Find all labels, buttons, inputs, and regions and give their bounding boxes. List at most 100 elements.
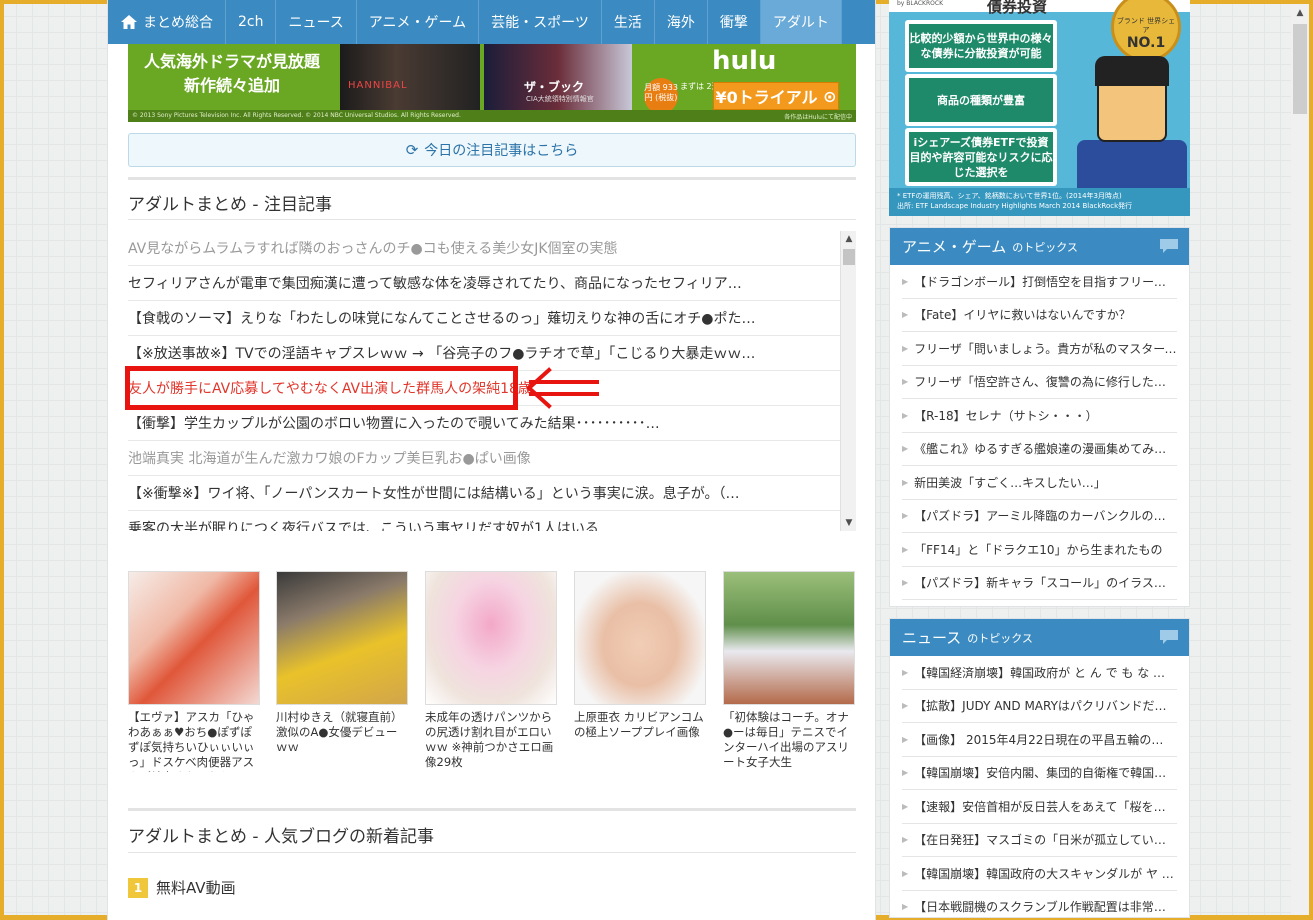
topic-text[interactable]: 【日本戦闘機のスクランブル作戦配置は非常に… bbox=[914, 898, 1177, 915]
section-divider bbox=[128, 177, 856, 180]
topic-text[interactable]: 【在日発狂】マスゴミの「日米が孤立している」とい… bbox=[914, 831, 1177, 848]
topic-text[interactable]: 【Fate】イリヤに救いはないんですか？ bbox=[914, 306, 1131, 323]
banner-headline-line2: 新作続々追加 bbox=[183, 76, 280, 95]
topic-link[interactable]: ▶ フリーザ「悟空許さん、復讐の為に修行したぞ！」… bbox=[902, 366, 1177, 399]
topic-link[interactable]: ▶ 新田美波「すごく…キスしたい…」 bbox=[902, 466, 1177, 500]
todays-featured-button[interactable]: ⟳ 今日の注目記事はこちら bbox=[128, 133, 856, 167]
topic-text[interactable]: 【韓国崩壊】韓国政府の大スキャンダルが ヤ バ … bbox=[914, 865, 1177, 882]
red-highlight-annotation bbox=[125, 366, 518, 410]
nav-item-home[interactable]: まとめ総合 bbox=[108, 0, 226, 44]
anime-game-topics-header[interactable]: アニメ・ゲーム のトピックス bbox=[890, 228, 1189, 265]
article-link[interactable]: AV見ながらムラムラすれば隣のおっさんのチ●コも使える美少女JK個室の実態 bbox=[128, 231, 840, 266]
thumb-image[interactable] bbox=[425, 571, 557, 705]
topic-link[interactable]: ▶ 【韓国崩壊】韓国政府の大スキャンダルが ヤ バ … bbox=[902, 857, 1177, 891]
scroll-up-arrow-icon[interactable]: ▲ bbox=[841, 231, 856, 247]
nav-item-adult[interactable]: アダルト bbox=[760, 0, 842, 44]
topic-text[interactable]: 【拡散】JUDY AND MARYはパクリバンドだった… bbox=[914, 697, 1177, 714]
medal-no1: NO.1 bbox=[1126, 35, 1166, 51]
topic-link[interactable]: ▶ 【パズドラ】新キャラ「スコール」のイラストに批判殺… bbox=[902, 567, 1177, 600]
topic-text[interactable]: 【パズドラ】アーミル降臨のカーバンクルのセリフが痛… bbox=[914, 507, 1177, 524]
page-scrollbar[interactable]: ▲ bbox=[1291, 4, 1309, 915]
articles-scrollbar[interactable]: ▲ ▼ bbox=[840, 231, 856, 531]
thumb-caption[interactable]: 未成年の透けパンツからの尻透け割れ目がエロいｗｗ ※神前つかさエロ画像29枚 bbox=[425, 710, 557, 772]
thumb-card[interactable]: 未成年の透けパンツからの尻透け割れ目がエロいｗｗ ※神前つかさエロ画像29枚 bbox=[425, 571, 557, 772]
topic-text[interactable]: フリーザ「悟空許さん、復讐の為に修行したぞ！」… bbox=[914, 373, 1177, 390]
topic-text[interactable]: 「FF14」と「ドラクエ10」から生まれたもの bbox=[914, 541, 1162, 558]
scroll-thumb[interactable] bbox=[843, 249, 855, 265]
scroll-up-arrow-icon[interactable]: ▲ bbox=[1291, 4, 1309, 21]
topic-link[interactable]: ▶ 【画像】 2015年4月22日現在の平昌五輪の… bbox=[902, 723, 1177, 757]
topic-text[interactable]: フリーザ「問いましょう。貴方が私のマスターですか… bbox=[914, 340, 1177, 357]
topic-text[interactable]: 【韓国経済崩壊】韓国政府が と ん で も な い … bbox=[914, 664, 1177, 681]
thumb-caption[interactable]: 川村ゆきえ（就寝直前）激似のA●女優デビューｗｗ bbox=[276, 710, 408, 772]
thumb-card[interactable]: 川村ゆきえ（就寝直前）激似のA●女優デビューｗｗ bbox=[276, 571, 408, 772]
topic-text[interactable]: 【R-18】セレナ（サトシ・・・） bbox=[914, 407, 1097, 424]
topic-text[interactable]: 【韓国崩壊】安倍内閣、集団的自衛権で韓国… bbox=[914, 764, 1166, 781]
nav-item-shock[interactable]: 衝撃 bbox=[708, 0, 761, 44]
article-link[interactable]: 池端真実 北海道が生んだ激カワ娘のFカップ美巨乳お●ぱい画像 bbox=[128, 441, 840, 476]
thumb-card[interactable]: 【エヴァ】アスカ「ひゃわあぁぁ♥おち●ぽずぽずぽ気持ちいひぃぃいぃっ」ドスケベ肉… bbox=[128, 571, 260, 772]
topic-text[interactable]: 【ドラゴンボール】打倒悟空を目指すフリーザ様の… bbox=[914, 273, 1177, 290]
topic-text[interactable]: 新田美波「すごく…キスしたい…」 bbox=[914, 474, 1106, 491]
thumb-caption[interactable]: 【エヴァ】アスカ「ひゃわあぁぁ♥おち●ぽずぽずぽ気持ちいひぃぃいぃっ」ドスケベ肉… bbox=[128, 710, 260, 772]
topic-link[interactable]: ▶ 【拡散】JUDY AND MARYはパクリバンドだった… bbox=[902, 690, 1177, 723]
free-trial-button[interactable]: ¥0トライアル ⊙ bbox=[713, 82, 839, 110]
page-scroll-thumb[interactable] bbox=[1293, 24, 1307, 114]
medal-text: ブランド 世界シェア bbox=[1116, 17, 1176, 34]
nav-item-entertainment-sports[interactable]: 芸能・スポーツ bbox=[479, 0, 602, 44]
thumb-caption[interactable]: 上原亜衣 カリビアンコムの極上ソーププレイ画像 bbox=[574, 710, 706, 772]
blog-name[interactable]: 無料AV動画 bbox=[156, 877, 236, 898]
topic-link[interactable]: ▶ 【韓国経済崩壊】韓国政府が と ん で も な い … bbox=[902, 656, 1177, 690]
topic-link[interactable]: ▶ 【日本戦闘機のスクランブル作戦配置は非常に… bbox=[902, 891, 1177, 920]
topic-link[interactable]: ▶ 「FF14」と「ドラクエ10」から生まれたもの bbox=[902, 533, 1177, 567]
topic-link[interactable]: ▶ 【パズドラ】アーミル降臨のカーバンクルのセリフが痛… bbox=[902, 500, 1177, 533]
thumb-image[interactable] bbox=[128, 571, 260, 705]
topic-link[interactable]: ▶ 【ドラゴンボール】打倒悟空を目指すフリーザ様の… bbox=[902, 265, 1177, 299]
hulu-banner-ad[interactable]: 人気海外ドラマが見放題 新作続々追加 HANNIBAL ザ・ブック CIA大統領… bbox=[128, 44, 856, 122]
topic-link[interactable]: ▶ 【Fate】イリヤに救いはないんですか？ bbox=[902, 299, 1177, 332]
article-link[interactable]: 【衝撃】学生カップルが公園のボロい物置に入ったので覗いてみた結果････････… bbox=[128, 406, 840, 441]
mascot-hair bbox=[1095, 56, 1169, 86]
thumb-card[interactable]: 「初体験はコーチ。オナ●ーは毎日」テニスでインターハイ出場のアスリート女子大生 bbox=[723, 571, 855, 772]
topic-link[interactable]: ▶ 《艦これ》ゆるすぎる艦娘達の漫画集めてみたｗ… bbox=[902, 433, 1177, 466]
blog-rank-item[interactable]: 1 無料AV動画 bbox=[128, 877, 236, 898]
window-frame-left bbox=[0, 0, 4, 920]
poster-the-book-title: ザ・ブック bbox=[524, 80, 585, 94]
article-link[interactable]: 乗客の大半が眠りにつく夜行バスでは、こういう事ヤリだす奴が1人はいる… bbox=[128, 511, 840, 531]
thumbnail-gallery: 【エヴァ】アスカ「ひゃわあぁぁ♥おち●ぽずぽずぽ気持ちいひぃぃいぃっ」ドスケベ肉… bbox=[128, 571, 856, 772]
topic-link[interactable]: ▶ 【在日発狂】マスゴミの「日米が孤立している」とい… bbox=[902, 824, 1177, 857]
topic-text[interactable]: 【パズドラ】新キャラ「スコール」のイラストに批判殺… bbox=[914, 574, 1177, 591]
nav-item-overseas[interactable]: 海外 bbox=[655, 0, 708, 44]
topic-link[interactable]: ▶ 【速報】安倍首相が反日芸人をあえて「桜を見る… bbox=[902, 790, 1177, 824]
banner-headline: 人気海外ドラマが見放題 新作続々追加 bbox=[128, 50, 336, 98]
topic-text[interactable]: 《艦これ》ゆるすぎる艦娘達の漫画集めてみたｗ… bbox=[914, 440, 1177, 457]
article-link[interactable]: 【※衝撃※】ワイ将、「ノーパンスカート女性が世間には結構いる」という事実に涙。息… bbox=[128, 476, 840, 511]
banner-footer: © 2013 Sony Pictures Television Inc. All… bbox=[128, 110, 856, 122]
topic-link[interactable]: ▶ 【R-18】セレナ（サトシ・・・） bbox=[902, 399, 1177, 433]
nav-item-anime-game[interactable]: アニメ・ゲーム bbox=[357, 0, 480, 44]
play-circle-icon: ⊙ bbox=[823, 86, 837, 106]
ad-brand: by BLACKROCK bbox=[897, 0, 944, 7]
anime-game-topics-list: ▶ 【ドラゴンボール】打倒悟空を目指すフリーザ様の… ▶ 【Fate】イリヤに救いは… bbox=[890, 265, 1189, 600]
article-link[interactable]: 【食戟のソーマ】えりな「わたしの味覚になんてことさせるのっ」薙切えりな神の舌にオ… bbox=[128, 301, 840, 336]
blackrock-sidebar-ad[interactable]: by BLACKROCK 債券投資 比較的少額から世界中の様々な債券に分散投資が… bbox=[889, 0, 1190, 216]
thumb-caption[interactable]: 「初体験はコーチ。オナ●ーは毎日」テニスでインターハイ出場のアスリート女子大生 bbox=[723, 710, 855, 772]
thumb-image[interactable] bbox=[276, 571, 408, 705]
topic-text[interactable]: 【画像】 2015年4月22日現在の平昌五輪の… bbox=[914, 731, 1163, 748]
medal-icon: ブランド 世界シェア NO.1 bbox=[1111, 0, 1181, 62]
topic-link[interactable]: ▶ 【韓国崩壊】安倍内閣、集団的自衛権で韓国… bbox=[902, 757, 1177, 790]
news-topics-header[interactable]: ニュース のトピックス bbox=[890, 619, 1189, 656]
scroll-down-arrow-icon[interactable]: ▼ bbox=[841, 515, 856, 531]
topic-text[interactable]: 【速報】安倍首相が反日芸人をあえて「桜を見る… bbox=[914, 798, 1177, 815]
thumb-image[interactable] bbox=[574, 571, 706, 705]
nav-item-life[interactable]: 生活 bbox=[602, 0, 655, 44]
topics-header-title: ニュース bbox=[902, 629, 962, 647]
topic-link[interactable]: ▶ フリーザ「問いましょう。貴方が私のマスターですか… bbox=[902, 332, 1177, 366]
section-underline bbox=[128, 852, 856, 853]
topics-header-suffix: のトピックス bbox=[967, 631, 1033, 645]
nav-item-news[interactable]: ニュース bbox=[276, 0, 357, 44]
article-link[interactable]: セフィリアさんが電車で集団痴漢に遭って敏感な体を凌辱されてたり、商品になったセフ… bbox=[128, 266, 840, 301]
thumb-image[interactable] bbox=[723, 571, 855, 705]
nav-item-2ch[interactable]: 2ch bbox=[226, 0, 277, 44]
thumb-card[interactable]: 上原亜衣 カリビアンコムの極上ソーププレイ画像 bbox=[574, 571, 706, 772]
